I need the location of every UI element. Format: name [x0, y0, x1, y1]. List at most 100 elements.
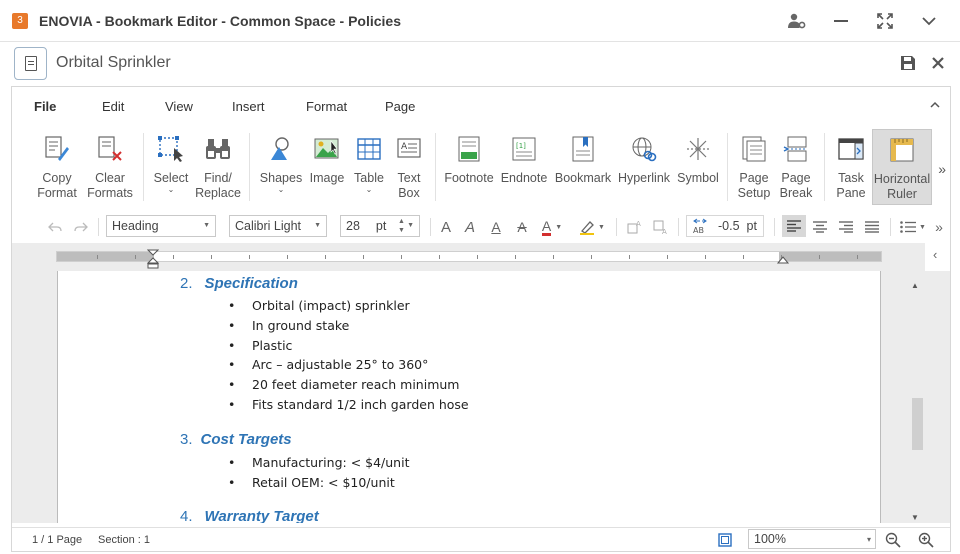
font-value: Calibri Light: [235, 219, 302, 233]
style-select[interactable]: Heading ▼: [106, 215, 216, 237]
spacing-value: -0.5: [718, 219, 740, 233]
justify-icon[interactable]: [862, 217, 882, 237]
undo-icon[interactable]: [46, 217, 64, 237]
task-pane-button[interactable]: Task Pane: [830, 129, 872, 205]
underline-icon[interactable]: A: [488, 217, 504, 237]
find-replace-button[interactable]: Find/ Replace: [195, 129, 241, 205]
symbol-button[interactable]: Symbol: [676, 129, 720, 205]
vertical-scrollbar[interactable]: ▲ ▼: [907, 271, 925, 523]
clear-formats-button[interactable]: Clear Formats: [87, 129, 133, 205]
ruler-tick: [401, 255, 402, 259]
italic-font-icon[interactable]: A: [462, 217, 478, 237]
tab-file[interactable]: File: [34, 99, 56, 114]
page-break-button[interactable]: Page Break: [776, 129, 816, 205]
ruler-tick: [629, 255, 630, 259]
save-icon[interactable]: [898, 53, 918, 73]
zoom-dropdown-icon: ▾: [866, 535, 871, 544]
endnote-button[interactable]: [1] Endnote: [500, 129, 548, 205]
document-area: 2.Specification Orbital (impact) sprinkl…: [12, 271, 950, 523]
tab-view[interactable]: View: [165, 99, 193, 114]
scrollbar-thumb[interactable]: [912, 398, 923, 450]
ruler-tick: [667, 255, 668, 259]
image-button[interactable]: Image: [308, 129, 346, 205]
chevron-left-icon[interactable]: ‹: [933, 247, 937, 262]
style-dropdown-icon: ▼: [203, 222, 210, 229]
strikethrough-icon[interactable]: A: [514, 217, 530, 237]
character-spacing-input[interactable]: AB -0.5 pt: [686, 215, 764, 237]
svg-text:A: A: [636, 220, 641, 228]
document-page[interactable]: 2.Specification Orbital (impact) sprinkl…: [57, 271, 881, 523]
horizontal-ruler[interactable]: [56, 251, 882, 262]
endnote-icon: [1]: [510, 135, 538, 163]
ruler-tick: [857, 255, 858, 259]
copy-format-button[interactable]: Copy Format: [36, 129, 78, 205]
superscript-icon[interactable]: A: [626, 217, 644, 237]
character-spacing-icon: AB: [693, 218, 707, 234]
table-button[interactable]: Table ⌄: [350, 129, 388, 205]
font-size-value: 28: [346, 219, 360, 233]
scroll-down-icon[interactable]: ▼: [911, 513, 919, 522]
task-pane-label-2: Pane: [836, 186, 866, 200]
copy-format-icon: [43, 135, 71, 163]
right-indent-marker-icon[interactable]: [777, 256, 789, 264]
title-bar-controls: [784, 9, 942, 33]
align-right-icon[interactable]: [836, 217, 856, 237]
size-stepper-icon[interactable]: ▲ ▼: [398, 217, 405, 235]
hyperlink-button[interactable]: Hyperlink: [616, 129, 672, 205]
zoom-in-icon[interactable]: [917, 531, 935, 549]
clear-formats-label-2: Formats: [87, 186, 133, 200]
ribbon-more-icon[interactable]: »: [938, 161, 946, 177]
tab-edit[interactable]: Edit: [102, 99, 124, 114]
footnote-button[interactable]: Footnote: [444, 129, 494, 205]
tab-format[interactable]: Format: [306, 99, 347, 114]
align-left-icon[interactable]: [782, 215, 806, 237]
font-size-stepper[interactable]: 28 pt ▲ ▼ ▼: [340, 215, 420, 237]
zoom-select[interactable]: 100% ▾: [748, 529, 876, 549]
section-heading: 3. Cost Targets: [180, 431, 292, 448]
highlight-button[interactable]: ▼: [576, 217, 608, 237]
subscript-icon[interactable]: A: [652, 217, 670, 237]
grow-font-icon[interactable]: A: [438, 217, 454, 237]
close-icon[interactable]: [928, 53, 948, 73]
page-setup-button[interactable]: Page Setup: [734, 129, 774, 205]
minimize-icon[interactable]: [828, 9, 854, 33]
tab-page[interactable]: Page: [385, 99, 415, 114]
style-value: Heading: [112, 219, 159, 233]
maximize-icon[interactable]: [872, 9, 898, 33]
text-box-button[interactable]: A Text Box: [392, 129, 426, 205]
title-bar: 3 ENOVIA - Bookmark Editor - Common Spac…: [0, 0, 960, 42]
collapse-ribbon-icon[interactable]: [930, 98, 940, 112]
text-box-icon: A: [395, 135, 423, 163]
bookmark-button[interactable]: Bookmark: [554, 129, 612, 205]
redo-icon[interactable]: [72, 217, 90, 237]
symbol-icon: [684, 135, 712, 163]
align-center-icon[interactable]: [810, 217, 830, 237]
tab-insert[interactable]: Insert: [232, 99, 265, 114]
page-break-label-1: Page: [781, 171, 811, 185]
document-name: Orbital Sprinkler: [56, 54, 171, 71]
ruler-tick: [591, 255, 592, 259]
font-select[interactable]: Calibri Light ▼: [229, 215, 327, 237]
select-icon: [157, 135, 185, 163]
task-pane-icon: [837, 135, 865, 163]
table-icon: [355, 135, 383, 163]
bullet-dropdown-icon: ▼: [919, 223, 926, 231]
ruler-area: [12, 243, 950, 271]
shapes-icon: [267, 135, 295, 163]
shapes-button[interactable]: Shapes ⌄: [260, 129, 302, 205]
indent-marker-icon[interactable]: [147, 249, 159, 269]
user-settings-icon[interactable]: [784, 9, 810, 33]
format-more-icon[interactable]: »: [932, 217, 946, 237]
chevron-down-icon[interactable]: [916, 9, 942, 33]
status-bar: 1 / 1 Page Section : 1 100% ▾: [12, 527, 950, 551]
hyperlink-label: Hyperlink: [617, 171, 671, 185]
horizontal-ruler-button[interactable]: Horizontal Ruler: [872, 129, 932, 205]
zoom-out-icon[interactable]: [884, 531, 902, 549]
font-color-button[interactable]: A ▼: [538, 217, 566, 237]
symbol-label: Symbol: [677, 171, 719, 185]
select-button[interactable]: Select ⌄: [150, 129, 192, 205]
scroll-up-icon[interactable]: ▲: [911, 281, 919, 290]
page-view-icon[interactable]: [716, 531, 734, 549]
bullet-list-button[interactable]: ▼: [898, 217, 928, 237]
bookmark-icon: [569, 135, 597, 163]
